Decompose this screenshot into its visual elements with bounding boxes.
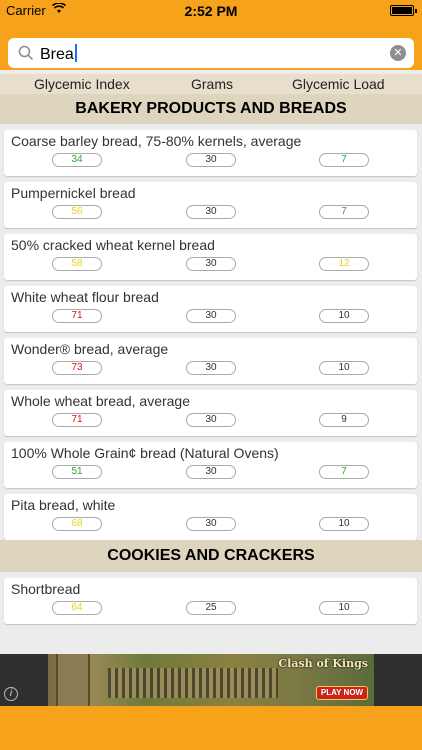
gi-badge: 64 <box>52 601 102 615</box>
clear-icon[interactable]: ✕ <box>390 45 406 61</box>
header-glycemic-index[interactable]: Glycemic Index <box>34 76 130 92</box>
status-bar: Carrier 2:52 PM <box>0 0 422 22</box>
search-icon <box>18 45 34 61</box>
gl-badge: 7 <box>319 205 369 219</box>
ad-logo: Clash of Kings <box>278 657 368 670</box>
ad-banner[interactable]: i Clash of Kings PLAY NOW <box>0 654 422 706</box>
bottom-bar <box>0 706 422 750</box>
text-cursor <box>74 44 77 62</box>
list-item[interactable]: Whole wheat bread, average 71 30 9 <box>4 390 417 436</box>
grams-badge: 30 <box>186 465 236 479</box>
gi-badge: 56 <box>52 205 102 219</box>
list-item[interactable]: 100% Whole Grain¢ bread (Natural Ovens) … <box>4 442 417 488</box>
food-name: 50% cracked wheat kernel bread <box>11 237 215 253</box>
clock: 2:52 PM <box>184 3 238 19</box>
gi-badge: 71 <box>52 413 102 427</box>
gl-badge: 10 <box>319 601 369 615</box>
ad-tower-graphic <box>56 654 90 706</box>
search-text[interactable]: Brea <box>40 44 77 64</box>
grams-badge: 30 <box>186 413 236 427</box>
food-name: Whole wheat bread, average <box>11 393 190 409</box>
list-item[interactable]: Shortbread 64 25 10 <box>4 578 417 624</box>
food-name: Pita bread, white <box>11 497 116 513</box>
list-item[interactable]: Pumpernickel bread 56 30 7 <box>4 182 417 228</box>
grams-badge: 30 <box>186 205 236 219</box>
column-headers: Glycemic Index Grams Glycemic Load <box>0 74 422 94</box>
gl-badge: 7 <box>319 153 369 167</box>
battery-icon <box>390 5 417 16</box>
food-name: Wonder® bread, average <box>11 341 169 357</box>
list-item[interactable]: 50% cracked wheat kernel bread 58 30 12 <box>4 234 417 280</box>
list-item[interactable]: Wonder® bread, average 73 30 10 <box>4 338 417 384</box>
list-item[interactable]: Pita bread, white 68 30 10 <box>4 494 417 540</box>
search-input[interactable]: Brea ✕ <box>8 38 414 68</box>
gi-badge: 51 <box>52 465 102 479</box>
gi-badge: 68 <box>52 517 102 531</box>
play-now-button[interactable]: PLAY NOW <box>316 686 368 700</box>
gi-badge: 34 <box>52 153 102 167</box>
gi-badge: 73 <box>52 361 102 375</box>
ad-army-graphic <box>108 668 278 698</box>
header-glycemic-load[interactable]: Glycemic Load <box>292 76 385 92</box>
list-item[interactable]: White wheat flour bread 71 30 10 <box>4 286 417 332</box>
food-name: Pumpernickel bread <box>11 185 136 201</box>
grams-badge: 30 <box>186 361 236 375</box>
food-name: White wheat flour bread <box>11 289 159 305</box>
section-header-cookies: COOKIES AND CRACKERS <box>0 540 422 572</box>
food-name: Coarse barley bread, 75-80% kernels, ave… <box>11 133 302 149</box>
grams-badge: 30 <box>186 257 236 271</box>
ad-image[interactable]: Clash of Kings PLAY NOW <box>48 654 374 706</box>
section-header-bakery: BAKERY PRODUCTS AND BREADS <box>0 94 422 124</box>
grams-badge: 30 <box>186 517 236 531</box>
gl-badge: 10 <box>319 517 369 531</box>
gl-badge: 12 <box>319 257 369 271</box>
gi-badge: 71 <box>52 309 102 323</box>
list-item[interactable]: Coarse barley bread, 75-80% kernels, ave… <box>4 130 417 176</box>
food-name: Shortbread <box>11 581 81 597</box>
food-name: 100% Whole Grain¢ bread (Natural Ovens) <box>11 445 279 461</box>
gl-badge: 9 <box>319 413 369 427</box>
search-area: Brea ✕ <box>0 22 422 70</box>
info-icon[interactable]: i <box>4 687 18 701</box>
grams-badge: 25 <box>186 601 236 615</box>
grams-badge: 30 <box>186 153 236 167</box>
gl-badge: 10 <box>319 361 369 375</box>
gi-badge: 58 <box>52 257 102 271</box>
header-grams[interactable]: Grams <box>191 76 233 92</box>
gl-badge: 10 <box>319 309 369 323</box>
grams-badge: 30 <box>186 309 236 323</box>
gl-badge: 7 <box>319 465 369 479</box>
